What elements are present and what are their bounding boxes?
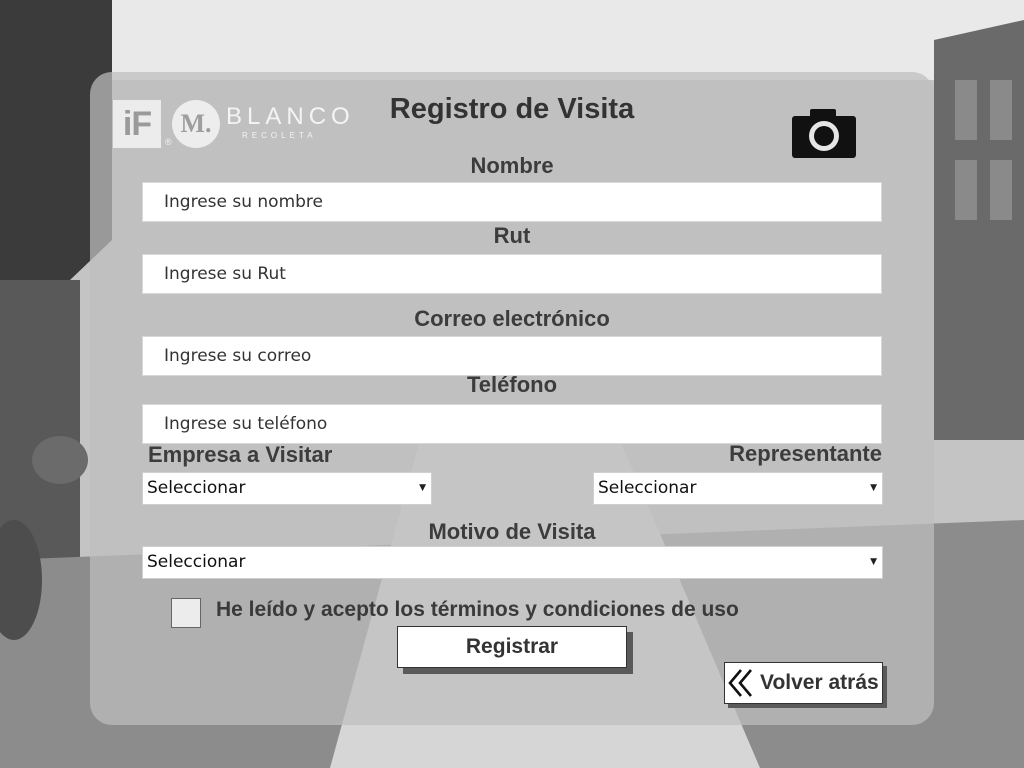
- representante-label: Representante: [729, 441, 882, 466]
- register-button[interactable]: Registrar: [397, 626, 627, 668]
- back-button-label: Volver atrás: [760, 671, 879, 694]
- motivo-select-value: Seleccionar: [147, 552, 246, 572]
- telefono-label: Teléfono: [466, 372, 558, 397]
- double-chevron-left-icon: [728, 669, 752, 697]
- empresa-label: Empresa a Visitar: [148, 442, 333, 467]
- empresa-select[interactable]: Seleccionar ▼: [142, 472, 432, 505]
- correo-input[interactable]: [142, 336, 882, 376]
- dropdown-arrow-icon: ▼: [870, 557, 877, 567]
- rut-input[interactable]: [142, 254, 882, 294]
- telefono-input[interactable]: [142, 404, 882, 444]
- representante-select[interactable]: Seleccionar ▼: [593, 472, 883, 505]
- m-logo: M.: [172, 100, 220, 148]
- dropdown-arrow-icon: ▼: [419, 483, 426, 493]
- page-title: Registro de Visita: [389, 93, 635, 125]
- empresa-select-value: Seleccionar: [147, 478, 246, 498]
- if-logo: iF ®: [113, 100, 172, 148]
- terms-checkbox[interactable]: [171, 598, 201, 628]
- motivo-label: Motivo de Visita: [428, 519, 596, 544]
- brand-subtitle: RECOLETA: [242, 131, 317, 140]
- correo-label: Correo electrónico: [414, 306, 610, 331]
- back-button[interactable]: Volver atrás: [724, 662, 883, 704]
- nombre-label: Nombre: [470, 153, 554, 178]
- representante-select-value: Seleccionar: [598, 478, 697, 498]
- nombre-input[interactable]: [142, 182, 882, 222]
- terms-label: He leído y acepto los términos y condici…: [216, 598, 739, 621]
- dropdown-arrow-icon: ▼: [870, 483, 877, 493]
- rut-label: Rut: [493, 223, 531, 248]
- motivo-select[interactable]: Seleccionar ▼: [142, 546, 883, 579]
